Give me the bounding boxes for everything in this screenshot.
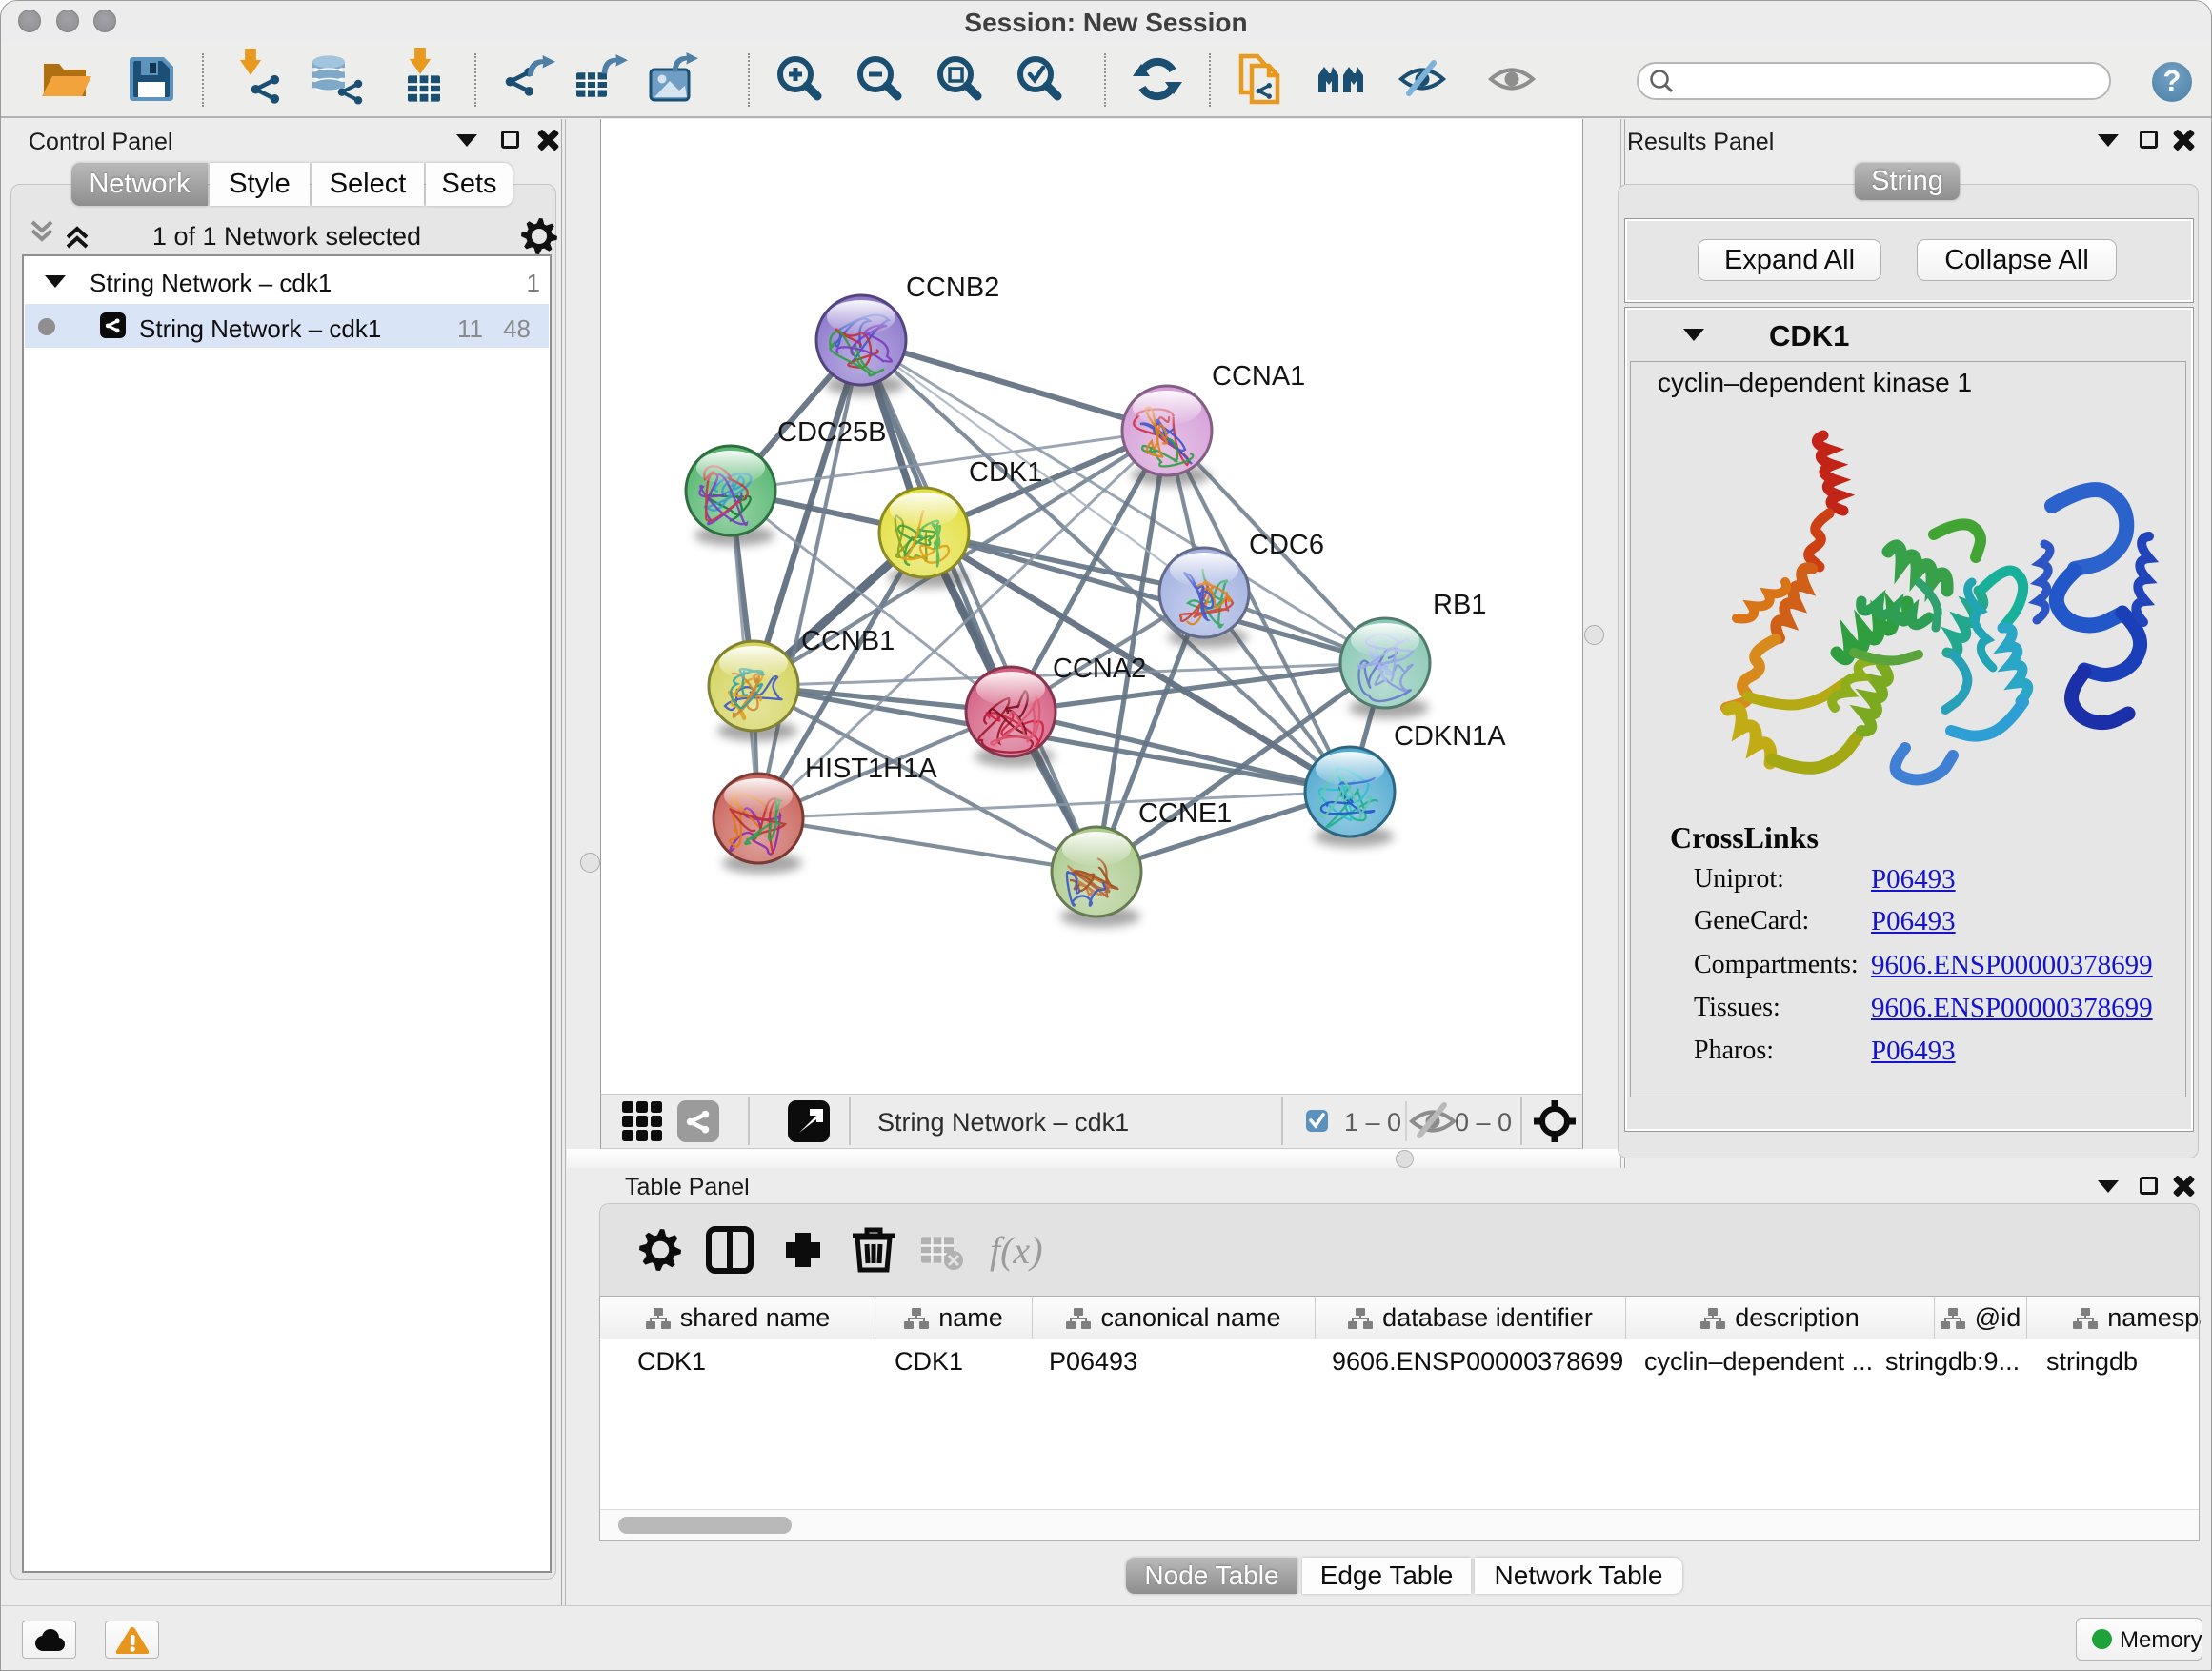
svg-text:String Network – cdk1: String Network – cdk1 (877, 1108, 1129, 1137)
svg-text:CCNA1: CCNA1 (1212, 361, 1305, 392)
svg-text:RB1: RB1 (1433, 590, 1486, 620)
svg-text:1 – 0: 1 – 0 (1344, 1108, 1401, 1137)
svg-text:CDKN1A: CDKN1A (1394, 721, 1506, 752)
svg-text:CDC6: CDC6 (1249, 530, 1324, 560)
svg-text:f(x): f(x) (990, 1229, 1043, 1272)
svg-text:CCNA2: CCNA2 (1053, 654, 1146, 684)
svg-text:CCNB2: CCNB2 (906, 272, 999, 303)
svg-text:CCNB1: CCNB1 (801, 626, 895, 656)
svg-text:CDC25B: CDC25B (777, 417, 886, 448)
svg-text:0 – 0: 0 – 0 (1455, 1108, 1512, 1137)
svg-text:HIST1H1A: HIST1H1A (805, 754, 937, 784)
svg-text:CCNE1: CCNE1 (1138, 798, 1232, 829)
svg-text:CDK1: CDK1 (969, 457, 1042, 488)
